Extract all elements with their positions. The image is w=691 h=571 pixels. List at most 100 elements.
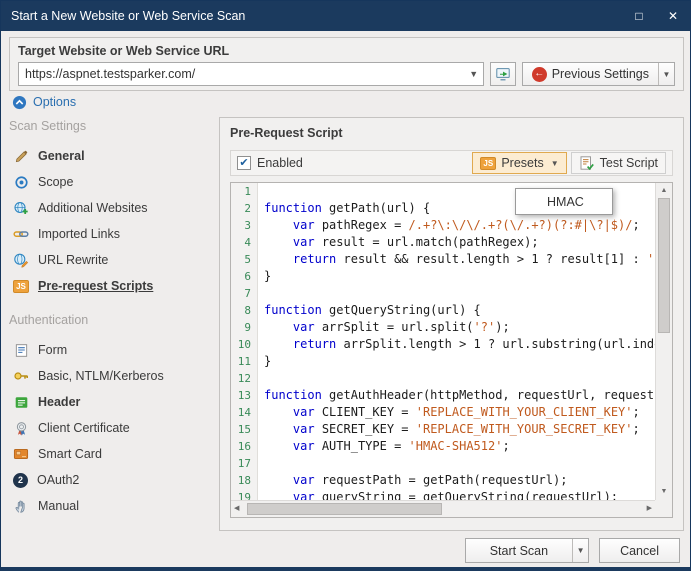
form-icon: [13, 342, 29, 358]
globe-plus-icon: [13, 200, 29, 216]
line-number: 17: [231, 455, 258, 472]
sidebar-item-label: General: [38, 149, 85, 163]
code-text: var SECRET_KEY = 'REPLACE_WITH_YOUR_SECR…: [258, 421, 640, 438]
previous-settings-dropdown[interactable]: ▼: [658, 63, 674, 85]
minimize-button[interactable]: □: [622, 1, 656, 31]
scroll-left-icon[interactable]: ◀: [234, 503, 239, 515]
code-line: 7: [231, 285, 655, 302]
preset-menu-item-hmac[interactable]: HMAC: [517, 190, 611, 213]
sidebar-item-client-certificate[interactable]: Client Certificate: [9, 415, 214, 441]
test-script-button[interactable]: Test Script: [571, 152, 666, 174]
scroll-down-icon[interactable]: ▼: [656, 486, 672, 498]
presets-button[interactable]: JS Presets ▼: [472, 152, 566, 174]
sidebar-item-oauth2[interactable]: 2 OAuth2: [9, 467, 214, 493]
code-text: var arrSplit = url.split('?');: [258, 319, 510, 336]
code-text: }: [258, 268, 271, 285]
horizontal-scrollbar-thumb[interactable]: [247, 503, 442, 515]
sidebar-item-label: Scope: [38, 175, 73, 189]
options-toggle[interactable]: Options: [11, 94, 76, 110]
script-editor[interactable]: 12function getPath(url) {3 var pathRegex…: [230, 182, 673, 518]
previous-settings-button[interactable]: ← Previous Settings: [523, 63, 658, 85]
browser-go-icon: [495, 66, 511, 82]
open-in-browser-button[interactable]: [490, 62, 516, 86]
target-url-value[interactable]: https://aspnet.testsparker.com/: [19, 67, 465, 81]
sidebar-item-imported-links[interactable]: Imported Links: [9, 221, 214, 247]
script-toolbar: ✔ Enabled JS Presets ▼ Test Script: [230, 150, 673, 176]
sidebar-item-general[interactable]: General: [9, 143, 214, 169]
target-url-combobox[interactable]: https://aspnet.testsparker.com/ ▼: [18, 62, 484, 86]
target-group-title: Target Website or Web Service URL: [18, 44, 675, 58]
target-icon: [13, 174, 29, 190]
line-number: 8: [231, 302, 258, 319]
code-line: 18 var requestPath = getPath(requestUrl)…: [231, 472, 655, 489]
enabled-option[interactable]: ✔ Enabled: [237, 156, 303, 170]
collapse-up-icon: [11, 94, 27, 110]
cancel-button[interactable]: Cancel: [599, 538, 680, 563]
sidebar-item-scope[interactable]: Scope: [9, 169, 214, 195]
code-text: [258, 370, 264, 387]
line-number: 9: [231, 319, 258, 336]
pencil-icon: [13, 148, 29, 164]
titlebar: Start a New Website or Web Service Scan …: [1, 1, 690, 31]
sidebar-section-title-authentication: Authentication: [9, 313, 214, 333]
line-number: 10: [231, 336, 258, 353]
vertical-scrollbar-thumb[interactable]: [658, 198, 670, 333]
line-number: 3: [231, 217, 258, 234]
sidebar-item-additional-websites[interactable]: Additional Websites: [9, 195, 214, 221]
target-url-row: https://aspnet.testsparker.com/ ▼ ← Prev…: [18, 62, 675, 86]
code-line: 12: [231, 370, 655, 387]
sidebar-item-header[interactable]: Header: [9, 389, 214, 415]
sidebar-item-label: OAuth2: [37, 473, 79, 487]
code-text: var CLIENT_KEY = 'REPLACE_WITH_YOUR_CLIE…: [258, 404, 640, 421]
settings-sidebar: Scan Settings General Scope Additional Webs…: [9, 119, 214, 519]
back-arrow-icon: ←: [532, 67, 547, 82]
smartcard-icon: [13, 446, 29, 462]
line-number: 16: [231, 438, 258, 455]
code-text: var queryString = getQueryString(request…: [258, 489, 618, 500]
code-line: 8function getQueryString(url) {: [231, 302, 655, 319]
oauth2-icon: 2: [13, 473, 28, 488]
scroll-up-icon[interactable]: ▲: [656, 185, 672, 197]
previous-settings-split-button: ← Previous Settings ▼: [522, 62, 675, 86]
start-scan-button[interactable]: Start Scan: [466, 539, 572, 562]
test-script-icon: [579, 155, 595, 171]
scroll-right-icon[interactable]: ▶: [647, 503, 652, 515]
line-number: 4: [231, 234, 258, 251]
enabled-checkbox[interactable]: ✔: [237, 156, 251, 170]
vertical-scrollbar[interactable]: ▲ ▼: [655, 183, 672, 500]
code-view[interactable]: 12function getPath(url) {3 var pathRegex…: [231, 183, 655, 500]
code-text: var result = url.match(pathRegex);: [258, 234, 539, 251]
start-scan-dropdown[interactable]: ▼: [572, 539, 588, 562]
sidebar-item-manual[interactable]: Manual: [9, 493, 214, 519]
code-text: function getPath(url) {: [258, 200, 430, 217]
code-line: 15 var SECRET_KEY = 'REPLACE_WITH_YOUR_S…: [231, 421, 655, 438]
chevron-down-icon[interactable]: ▼: [465, 69, 483, 79]
sidebar-item-label: Imported Links: [38, 227, 120, 241]
presets-label: Presets: [501, 156, 543, 170]
line-number: 19: [231, 489, 258, 500]
code-text: function getQueryString(url) {: [258, 302, 481, 319]
window-title: Start a New Website or Web Service Scan: [11, 9, 245, 23]
link-icon: [13, 226, 29, 242]
scan-dialog-window: Start a New Website or Web Service Scan …: [0, 0, 691, 571]
enabled-label: Enabled: [257, 156, 303, 170]
test-script-label: Test Script: [600, 156, 658, 170]
close-button[interactable]: ✕: [656, 1, 690, 31]
start-scan-split-button: Start Scan ▼: [465, 538, 589, 563]
pre-request-script-title: Pre-Request Script: [230, 126, 673, 140]
line-number: 5: [231, 251, 258, 268]
hand-icon: [13, 498, 29, 514]
sidebar-item-pre-request-scripts[interactable]: JSPre-request Scripts: [9, 273, 214, 299]
sidebar-item-label: Pre-request Scripts: [38, 279, 153, 293]
sidebar-item-smart-card[interactable]: Smart Card: [9, 441, 214, 467]
sidebar-item-form[interactable]: Form: [9, 337, 214, 363]
horizontal-scrollbar[interactable]: ◀ ▶: [231, 500, 655, 517]
code-text: [258, 285, 264, 302]
footer: Start Scan ▼ Cancel: [465, 538, 680, 563]
line-number: 14: [231, 404, 258, 421]
sidebar-section-title-scan-settings: Scan Settings: [9, 119, 214, 139]
sidebar-item-basic-ntlm-kerberos[interactable]: Basic, NTLM/Kerberos: [9, 363, 214, 389]
code-text: function getAuthHeader(httpMethod, reque…: [258, 387, 655, 404]
sidebar-item-label: Basic, NTLM/Kerberos: [38, 369, 164, 383]
sidebar-item-url-rewrite[interactable]: URL Rewrite: [9, 247, 214, 273]
